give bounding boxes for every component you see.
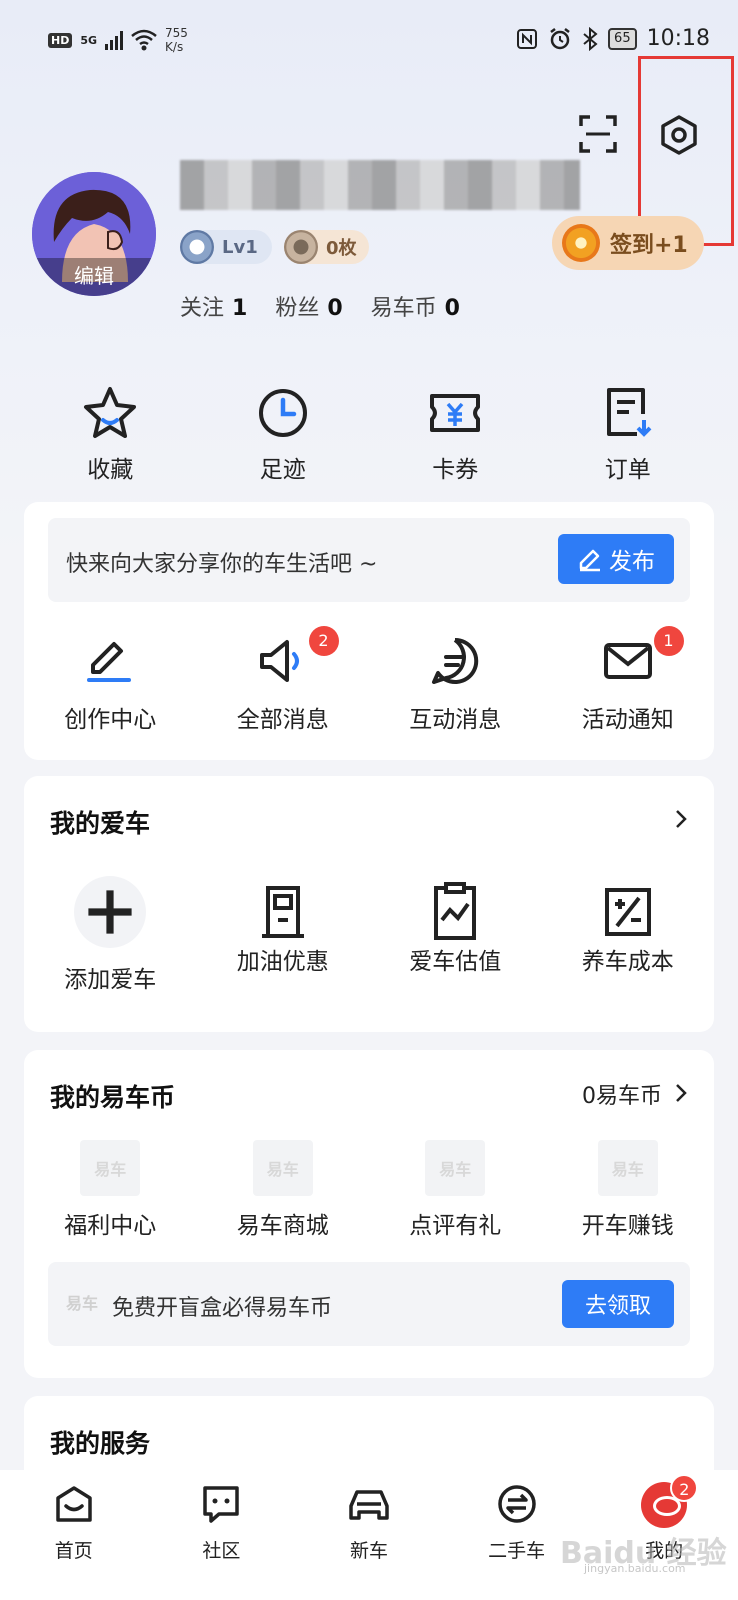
- add-car[interactable]: 添加爱车: [24, 876, 197, 994]
- checkin-coin-icon: [562, 224, 600, 262]
- review-gift[interactable]: 易车 点评有礼: [369, 1140, 542, 1240]
- stat-following[interactable]: 关注 1: [180, 290, 247, 322]
- cost-icon: [604, 888, 651, 936]
- avatar-edit-label[interactable]: 编辑: [32, 258, 156, 296]
- my-car-row: 添加爱车 加油优惠 爱车估值 养车成本: [24, 876, 714, 994]
- interaction-messages[interactable]: 互动消息: [369, 634, 542, 734]
- wifi-icon: [131, 29, 157, 51]
- profile-stats: 关注 1 粉丝 0 易车币 0: [180, 290, 460, 322]
- signal-type: 5G: [80, 33, 98, 47]
- alarm-icon: [550, 27, 570, 49]
- edit-pen-icon: [579, 549, 600, 572]
- fuel-icon: [261, 886, 304, 938]
- clock-icon: [258, 389, 307, 437]
- share-prompt-bar[interactable]: 快来向大家分享你的车生活吧 ~ 发布: [48, 518, 690, 602]
- claim-button[interactable]: 去领取: [562, 1280, 674, 1328]
- my-car-card: 我的爱车 添加爱车 加油优惠 爱车估值 养车成本: [24, 776, 714, 1032]
- level-badge[interactable]: Lv1: [180, 230, 272, 264]
- signal-icon: [105, 30, 124, 50]
- yiche-mall[interactable]: 易车 易车商城: [197, 1140, 370, 1240]
- message-row: 创作中心 2 全部消息 互动消息 1 活动通知: [24, 626, 715, 734]
- all-messages[interactable]: 2 全部消息: [197, 626, 370, 734]
- chevron-right-icon[interactable]: [670, 808, 692, 830]
- mail-icon: [603, 643, 652, 679]
- status-bar: HD 5G 755 K/s 65 10:18: [0, 0, 738, 80]
- creator-center[interactable]: 创作中心: [24, 634, 197, 734]
- tab-home[interactable]: 首页: [0, 1470, 148, 1600]
- chevron-right-icon[interactable]: [670, 1082, 692, 1104]
- quick-orders[interactable]: 订单: [542, 384, 715, 484]
- my-coins-title: 我的易车币: [50, 1083, 176, 1112]
- community-icon: [203, 1486, 240, 1523]
- activity-notices[interactable]: 1 活动通知: [542, 626, 715, 734]
- stat-coins[interactable]: 易车币 0: [371, 290, 460, 322]
- blind-box-text: 免费开盲盒必得易车币: [112, 1296, 333, 1321]
- ticket-icon: [430, 394, 481, 432]
- home-icon: [56, 1486, 92, 1522]
- yiche-logo-icon: 易车: [425, 1140, 486, 1196]
- blind-box-promo[interactable]: 易车 免费开盲盒必得易车币 去领取: [48, 1262, 690, 1346]
- yiche-logo-icon: 易车: [597, 1140, 658, 1196]
- coin-balance[interactable]: 0易车币: [582, 1078, 662, 1110]
- yiche-logo-icon: 易车: [252, 1140, 313, 1196]
- my-car-title: 我的爱车: [50, 809, 151, 838]
- nav-unread-badge: 2: [670, 1474, 699, 1502]
- hd-indicator: HD: [48, 32, 73, 48]
- medal-count: 0枚: [326, 238, 357, 259]
- coins-row: 易车 福利中心 易车 易车商城 易车 点评有礼 易车 开车赚钱: [24, 1140, 714, 1240]
- my-services-title: 我的服务: [50, 1429, 151, 1458]
- clock: 10:18: [646, 26, 710, 51]
- plus-icon: [74, 876, 147, 948]
- checkin-button[interactable]: 签到+1: [552, 216, 704, 270]
- unread-badge: 1: [653, 626, 684, 656]
- chat-icon: [432, 637, 479, 684]
- scan-icon[interactable]: [578, 114, 618, 154]
- valuation-icon: [434, 882, 477, 940]
- welfare-center[interactable]: 易车 福利中心: [24, 1140, 197, 1240]
- fuel-discount[interactable]: 加油优惠: [197, 876, 370, 994]
- tab-community[interactable]: 社区: [148, 1470, 296, 1600]
- share-card: 快来向大家分享你的车生活吧 ~ 发布 创作中心 2 全部消息 互动消息 1 活动…: [24, 502, 714, 760]
- share-prompt-text: 快来向大家分享你的车生活吧 ~: [66, 552, 378, 577]
- order-icon: [606, 388, 652, 437]
- quick-history[interactable]: 足迹: [197, 384, 370, 484]
- car-icon: [349, 1490, 389, 1520]
- car-cost[interactable]: 养车成本: [542, 876, 715, 994]
- unread-badge: 2: [308, 626, 339, 656]
- avatar[interactable]: 编辑: [32, 172, 156, 296]
- drive-earn[interactable]: 易车 开车赚钱: [542, 1140, 715, 1240]
- star-icon: [84, 387, 137, 438]
- speaker-icon: [259, 640, 299, 682]
- publish-button[interactable]: 发布: [558, 534, 674, 584]
- nfc-icon: [517, 28, 538, 49]
- my-coins-card: 我的易车币 0易车币 易车 福利中心 易车 易车商城 易车 点评有礼 易车 开车…: [24, 1050, 714, 1378]
- exchange-icon: [497, 1485, 536, 1523]
- level-text: Lv1: [222, 236, 258, 258]
- baidu-watermark-url: jingyan.baidu.com: [584, 1562, 686, 1575]
- medal-icon: [284, 230, 318, 264]
- net-speed: 755 K/s: [165, 26, 188, 54]
- pen-icon: [87, 642, 132, 682]
- bluetooth-icon: [583, 26, 598, 51]
- quick-actions: 收藏 足迹 卡券 订单: [24, 384, 714, 484]
- quick-favorites[interactable]: 收藏: [24, 384, 197, 484]
- yiche-logo-icon: 易车: [80, 1140, 141, 1196]
- username-redacted: [180, 160, 580, 210]
- yiche-logo-icon: 易车: [66, 1294, 99, 1313]
- checkin-label: 签到+1: [610, 233, 688, 258]
- stat-followers[interactable]: 粉丝 0: [275, 290, 342, 322]
- quick-coupons[interactable]: 卡券: [369, 384, 542, 484]
- battery-indicator: 65: [608, 27, 637, 50]
- tab-new-car[interactable]: 新车: [295, 1470, 443, 1600]
- medal-badge[interactable]: 0枚: [284, 230, 369, 264]
- car-valuation[interactable]: 爱车估值: [369, 876, 542, 994]
- diamond-icon: [180, 230, 214, 264]
